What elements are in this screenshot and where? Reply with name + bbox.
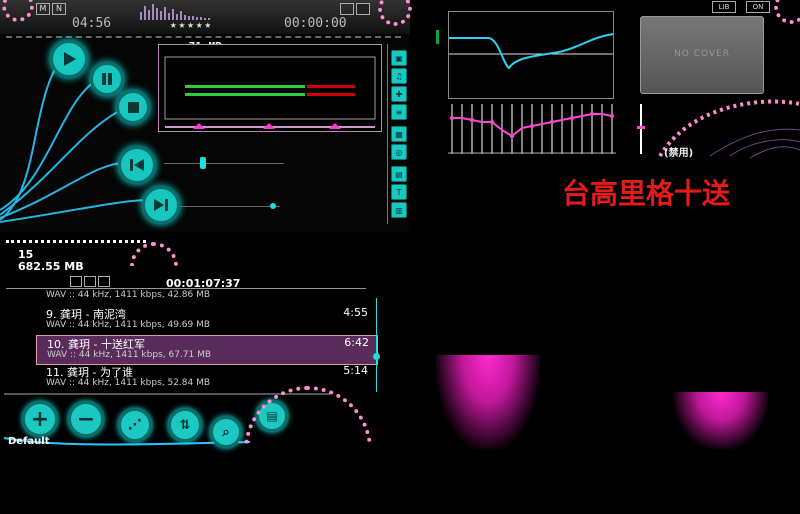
playlist-panel: 15 682.55 MB 00:01:07:37 WAV :: 44 kHz, … xyxy=(0,236,410,449)
balance-slider-thumb[interactable] xyxy=(200,157,206,169)
side-toolbar: ▣ ♫ ✚ ≡ ▦ ◎ ▤ T ▥ xyxy=(387,44,408,224)
sort-button[interactable]: ⇅ xyxy=(168,408,202,442)
playlist-total-size: 682.55 MB xyxy=(18,260,84,273)
remove-button[interactable]: − xyxy=(68,401,104,437)
visualizer-bar xyxy=(674,392,768,449)
pause-icon xyxy=(102,73,112,85)
eq-curve-graph xyxy=(448,11,614,99)
minus-icon: − xyxy=(76,406,96,432)
play-button[interactable] xyxy=(50,40,88,78)
player-panel: M N 04:56 ★★★★★ 00:00:00 .71 MB :: :: xyxy=(0,0,412,232)
next-icon xyxy=(154,199,168,211)
stop-icon xyxy=(127,101,139,113)
playlist-nav-button[interactable] xyxy=(84,276,96,287)
skin-name: Default xyxy=(8,436,50,447)
cover-placeholder-text: NO COVER xyxy=(674,49,730,59)
list-item-selected[interactable]: 10. 龚玥 - 十送红军 WAV :: 44 kHz, 1411 kbps, … xyxy=(36,335,378,365)
on-button[interactable]: ON xyxy=(746,1,770,13)
preamp-thumb[interactable] xyxy=(637,126,645,129)
lyric-line: 台高里格十送 xyxy=(562,177,731,210)
previous-icon xyxy=(130,159,144,171)
search-button[interactable]: ⌕ xyxy=(210,416,242,448)
volume-slider-track[interactable] xyxy=(180,206,280,207)
eq-sliders[interactable] xyxy=(448,104,618,156)
playlist-scrollbar[interactable] xyxy=(376,298,377,392)
decor-ring xyxy=(244,386,372,444)
previous-button[interactable] xyxy=(118,146,156,184)
divider xyxy=(6,240,146,243)
side-button[interactable]: ▦ xyxy=(391,126,407,142)
elapsed-time: 04:56 xyxy=(72,16,112,31)
select-button[interactable]: ⋰ xyxy=(118,408,152,442)
sort-icon: ⇅ xyxy=(179,417,191,433)
side-button[interactable]: ✚ xyxy=(391,86,407,102)
volume-slider-thumb[interactable] xyxy=(270,203,276,209)
close-button[interactable] xyxy=(356,3,370,15)
side-button[interactable]: ▥ xyxy=(391,202,407,218)
playlist-nav-button[interactable] xyxy=(70,276,82,287)
search-icon: ⌕ xyxy=(222,424,230,440)
eq-curve xyxy=(449,33,614,70)
scrollbar-thumb[interactable] xyxy=(373,353,380,360)
side-button[interactable]: ≡ xyxy=(391,104,407,120)
decor-marker xyxy=(436,30,439,44)
add-button[interactable]: + xyxy=(22,401,58,437)
dots-icon: ⋰ xyxy=(128,417,142,433)
side-button[interactable]: ▣ xyxy=(391,50,407,66)
list-item[interactable]: WAV :: 44 kHz, 1411 kbps, 42.86 MB xyxy=(36,288,376,304)
stop-button[interactable] xyxy=(116,90,150,124)
pause-button[interactable] xyxy=(90,62,124,96)
vu-meter xyxy=(158,44,382,132)
list-item[interactable]: 9. 龚玥 - 南泥湾 WAV :: 44 kHz, 1411 kbps, 49… xyxy=(36,306,376,334)
library-button[interactable]: LIB xyxy=(712,1,736,13)
balance-slider-track[interactable] xyxy=(164,163,284,164)
preamp-slider[interactable] xyxy=(640,104,642,154)
play-icon xyxy=(64,52,76,66)
track-meta: WAV :: 44 kHz, 1411 kbps, 67.71 MB xyxy=(47,350,212,360)
track-meta: WAV :: 44 kHz, 1411 kbps, 42.86 MB xyxy=(46,290,211,300)
remaining-time: 00:00:00 xyxy=(284,16,347,31)
side-button[interactable]: ♫ xyxy=(391,68,407,84)
track-duration: 5:14 xyxy=(343,364,368,377)
side-button[interactable]: ▤ xyxy=(391,166,407,182)
vu-meter-bars xyxy=(164,56,376,129)
mode-button-n[interactable]: N xyxy=(52,3,66,15)
rating-stars[interactable]: ★★★★★ xyxy=(170,18,213,31)
minimize-button[interactable] xyxy=(340,3,354,15)
playlist-nav-button[interactable] xyxy=(98,276,110,287)
album-cover: NO COVER xyxy=(640,16,764,94)
mode-button-m[interactable]: M xyxy=(36,3,50,15)
track-duration: 4:55 xyxy=(343,306,368,319)
side-button[interactable]: ◎ xyxy=(391,144,407,160)
divider xyxy=(6,36,401,38)
track-duration: 6:42 xyxy=(344,336,369,349)
side-button[interactable]: T xyxy=(391,184,407,200)
eq-preset-label: (禁用) xyxy=(664,148,694,159)
track-meta: WAV :: 44 kHz, 1411 kbps, 49.69 MB xyxy=(46,320,211,330)
plus-icon: + xyxy=(30,406,50,432)
visualizer-bar xyxy=(436,355,540,449)
next-button[interactable] xyxy=(142,186,180,224)
